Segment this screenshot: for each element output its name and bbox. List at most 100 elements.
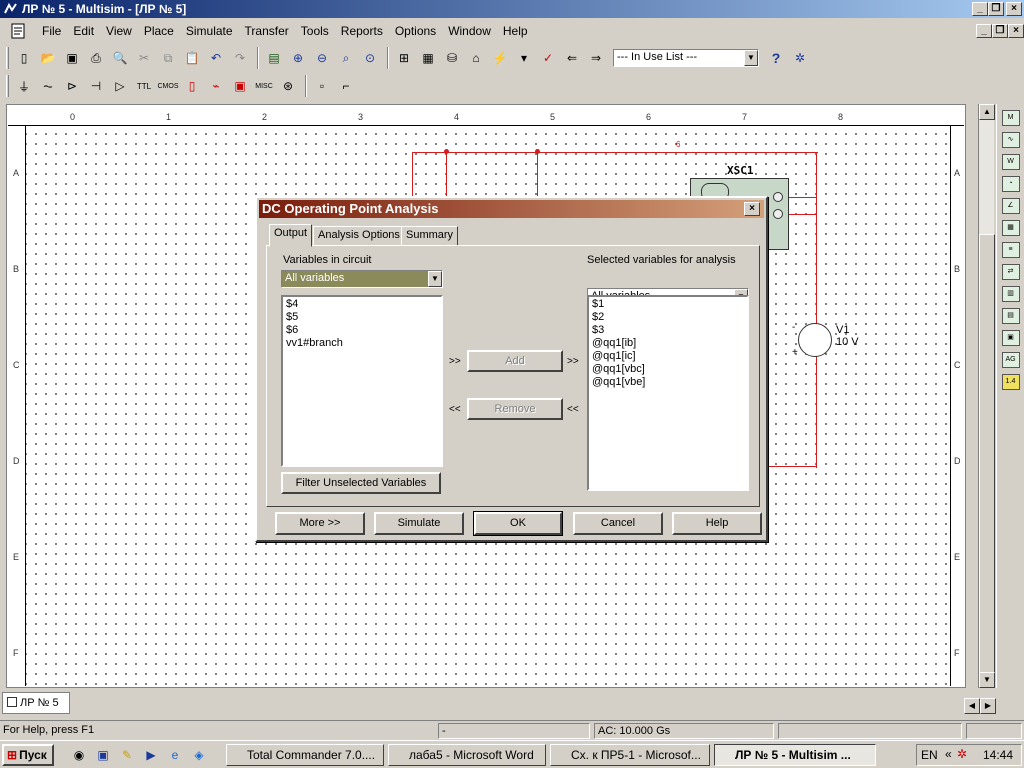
menu-help[interactable]: Help: [497, 24, 534, 38]
chevron-down-icon[interactable]: ▼: [428, 271, 442, 287]
list-item[interactable]: vv1#branch: [286, 337, 438, 350]
dialog-title-bar[interactable]: DC Operating Point Analysis: [259, 200, 764, 218]
design-toolbox-icon[interactable]: ⊞: [393, 47, 415, 69]
wire-right-vertical[interactable]: [816, 152, 817, 468]
bus-icon[interactable]: ⌐: [335, 75, 357, 97]
erc-icon[interactable]: ✓: [537, 47, 559, 69]
zoom-fit-icon[interactable]: ⊙: [359, 47, 381, 69]
clock[interactable]: 14:44: [983, 748, 1013, 762]
task-word-sx[interactable]: Сх. к ПР5-1 - Microsof...: [550, 744, 710, 766]
scope-terminal-a[interactable]: [773, 192, 783, 202]
network-analyzer-icon[interactable]: ▣: [1001, 330, 1020, 346]
tab-scroll-right[interactable]: ▶: [980, 698, 996, 714]
list-item[interactable]: $2: [592, 311, 744, 324]
logic-converter-icon[interactable]: ⇄: [1001, 264, 1020, 280]
scroll-thumb[interactable]: [979, 234, 995, 674]
wire-vertical-3[interactable]: [537, 152, 538, 198]
scroll-up-button[interactable]: ▲: [979, 104, 995, 120]
agilent-icon[interactable]: AG: [1001, 352, 1020, 368]
zoom-area-icon[interactable]: ⌕: [335, 47, 357, 69]
open-icon[interactable]: 📂: [37, 47, 59, 69]
chrome-icon[interactable]: ◉: [68, 744, 90, 766]
variables-filter-combo[interactable]: All variables ▼: [281, 270, 443, 288]
wattmeter-icon[interactable]: W: [1001, 154, 1020, 170]
doc-restore-button[interactable]: ❐: [992, 24, 1008, 38]
wire-top[interactable]: [412, 152, 818, 153]
task-multisim[interactable]: ЛР № 5 - Multisim ...: [714, 744, 876, 766]
copy-icon[interactable]: ⧉: [157, 47, 179, 69]
more-button[interactable]: More >>: [275, 512, 365, 535]
menu-options[interactable]: Options: [389, 24, 442, 38]
help-icon[interactable]: ?: [765, 47, 787, 69]
chevron-down-icon[interactable]: ▼: [744, 50, 758, 66]
vertical-scrollbar[interactable]: ▲ ▼: [978, 104, 995, 688]
tab-summary[interactable]: Summary: [401, 226, 459, 246]
misc-digital-icon[interactable]: ▯: [181, 75, 203, 97]
menu-file[interactable]: File: [36, 24, 67, 38]
cmos-component-icon[interactable]: CMOS: [157, 75, 179, 97]
menu-edit[interactable]: Edit: [67, 24, 100, 38]
multimeter-icon[interactable]: M: [1001, 110, 1020, 126]
spreadsheet-icon[interactable]: ▦: [417, 47, 439, 69]
list-item[interactable]: @qq1[vbc]: [592, 363, 744, 376]
oscilloscope-icon[interactable]: ◔: [1001, 176, 1020, 192]
ie-icon[interactable]: e: [164, 744, 186, 766]
help-button[interactable]: Help: [672, 512, 762, 535]
save-icon[interactable]: ▣: [61, 47, 83, 69]
measurement-probe-icon[interactable]: 1.4: [1001, 374, 1020, 390]
list-item[interactable]: $6: [286, 324, 438, 337]
list-item[interactable]: @qq1[vbe]: [592, 376, 744, 389]
scroll-down-button[interactable]: ▼: [979, 672, 995, 688]
ttl-component-icon[interactable]: TTL: [133, 75, 155, 97]
selected-variables-list[interactable]: $1 $2 $3 @qq1[ib] @qq1[ic] @qq1[vbc] @qq…: [587, 295, 749, 491]
rf-component-icon[interactable]: ⊛: [277, 75, 299, 97]
menu-place[interactable]: Place: [138, 24, 180, 38]
simulate-icon[interactable]: ⚡: [489, 47, 511, 69]
source-component-icon[interactable]: ⏚: [13, 75, 35, 97]
in-use-list-combo[interactable]: --- In Use List --- ▼: [613, 49, 759, 67]
start-button[interactable]: ⊞ Пуск: [2, 744, 54, 766]
doc-close-button[interactable]: ×: [1008, 24, 1024, 38]
voltage-source-symbol[interactable]: [798, 323, 832, 357]
new-icon[interactable]: ▯: [13, 47, 35, 69]
print-icon[interactable]: ⎙: [85, 47, 107, 69]
print-preview-icon[interactable]: 🔍: [109, 47, 131, 69]
cut-icon[interactable]: ✂: [133, 47, 155, 69]
grapher-icon[interactable]: ▾: [513, 47, 535, 69]
spectrum-analyzer-icon[interactable]: ▤: [1001, 308, 1020, 324]
tab-analysis-options[interactable]: Analysis Options: [313, 226, 405, 246]
distortion-analyzer-icon[interactable]: ▥: [1001, 286, 1020, 302]
doc-minimize-button[interactable]: _: [976, 24, 992, 38]
analog-component-icon[interactable]: ▷: [109, 75, 131, 97]
wire-bottom[interactable]: [768, 466, 817, 467]
zoom-in-icon[interactable]: ⊕: [287, 47, 309, 69]
undo-icon[interactable]: ↶: [205, 47, 227, 69]
misc-component-icon[interactable]: MISC: [253, 75, 275, 97]
filter-unselected-button[interactable]: Filter Unselected Variables: [281, 472, 441, 494]
paste-icon[interactable]: 📋: [181, 47, 203, 69]
wire-vertical-2[interactable]: [446, 152, 447, 198]
simulate-button[interactable]: Simulate: [374, 512, 464, 535]
full-screen-icon[interactable]: ▤: [263, 47, 285, 69]
hierarchical-block-icon[interactable]: ▫: [311, 75, 333, 97]
menu-transfer[interactable]: Transfer: [239, 24, 295, 38]
add-button[interactable]: Add: [467, 350, 563, 372]
back-annotate-icon[interactable]: ⇐: [561, 47, 583, 69]
wire-left-vertical[interactable]: [412, 152, 413, 198]
transistor-component-icon[interactable]: ⊣: [85, 75, 107, 97]
tray-expand-icon[interactable]: «: [945, 747, 952, 761]
web-help-icon[interactable]: ✲: [789, 47, 811, 69]
menu-simulate[interactable]: Simulate: [180, 24, 239, 38]
menu-view[interactable]: View: [100, 24, 138, 38]
function-generator-icon[interactable]: ∿: [1001, 132, 1020, 148]
logic-analyzer-icon[interactable]: ≡: [1001, 242, 1020, 258]
menu-reports[interactable]: Reports: [335, 24, 389, 38]
bode-plotter-icon[interactable]: ∠: [1001, 198, 1020, 214]
list-item[interactable]: $1: [592, 298, 744, 311]
save-quick-icon[interactable]: ▣: [92, 744, 114, 766]
variables-in-circuit-list[interactable]: $4 $5 $6 vv1#branch: [281, 295, 443, 467]
task-total-commander[interactable]: Total Commander 7.0....: [226, 744, 384, 766]
document-tab[interactable]: ЛР № 5: [2, 692, 70, 714]
tab-scroll-left[interactable]: ◀: [964, 698, 980, 714]
redo-icon[interactable]: ↷: [229, 47, 251, 69]
